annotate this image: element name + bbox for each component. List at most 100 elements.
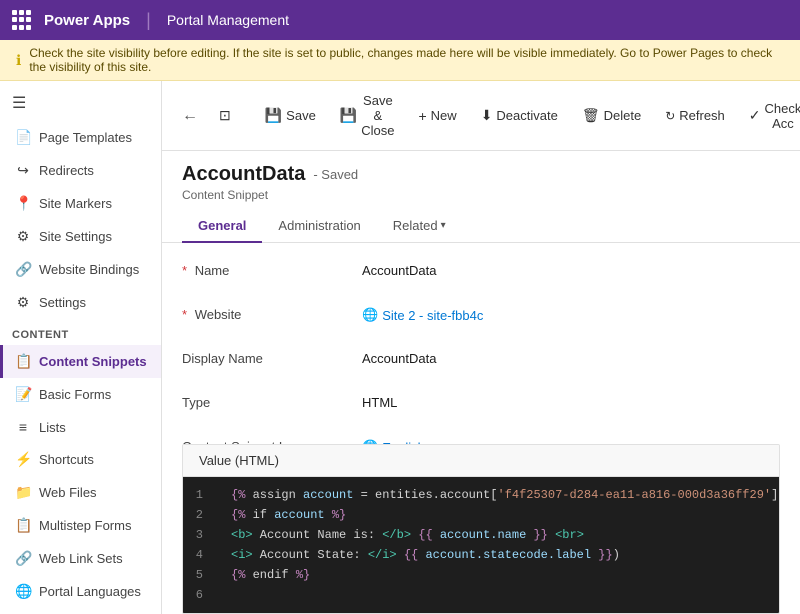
sidebar-label-site-settings: Site Settings — [39, 229, 112, 244]
tab-administration[interactable]: Administration — [262, 210, 376, 243]
sidebar-label-redirects: Redirects — [39, 163, 94, 178]
sidebar-label-website-bindings: Website Bindings — [39, 262, 139, 277]
tab-related-label: Related — [393, 218, 438, 233]
sidebar-label-web-link-sets: Web Link Sets — [39, 551, 123, 566]
tab-related[interactable]: Related ▾ — [377, 210, 462, 243]
delete-icon: 🗑 — [582, 107, 600, 124]
refresh-button[interactable]: ↻ Refresh — [654, 102, 736, 129]
sidebar-hamburger[interactable]: ☰ — [0, 85, 161, 121]
field-value-type: HTML — [362, 391, 780, 410]
check-acc-icon: ✓ — [749, 107, 761, 124]
required-star-name: * — [182, 263, 187, 278]
page-templates-icon: 📄 — [15, 129, 31, 146]
portal-languages-icon: 🌐 — [15, 583, 31, 600]
required-star-website: * — [182, 307, 187, 322]
sidebar-item-content-snippets[interactable]: 📋 Content Snippets — [0, 345, 161, 378]
form-row-type: Type HTML — [182, 391, 780, 419]
sidebar-item-web-files[interactable]: 📁 Web Files — [0, 476, 161, 509]
line-num-3: 3 — [195, 525, 203, 545]
save-close-label: Save & Close — [361, 93, 394, 138]
sidebar-item-multistep-forms[interactable]: 📋 Multistep Forms — [0, 509, 161, 542]
app-grid-icon[interactable] — [12, 10, 32, 30]
field-value-name: AccountData — [362, 259, 780, 278]
sidebar-item-page-templates[interactable]: 📄 Page Templates — [0, 121, 161, 154]
restore-button[interactable]: ⊡ — [208, 101, 242, 130]
field-value-language: 🌐 English — [362, 435, 780, 444]
sidebar-item-settings[interactable]: ⚙ Settings — [0, 286, 161, 319]
save-button[interactable]: 💾 Save — [254, 101, 327, 130]
record-header: AccountData - Saved Content Snippet — [162, 151, 800, 202]
sidebar-item-website-bindings[interactable]: 🔗 Website Bindings — [0, 253, 161, 286]
basic-forms-icon: 📝 — [15, 386, 31, 403]
field-label-display-name: Display Name — [182, 347, 362, 366]
sidebar: ☰ 📄 Page Templates ↪ Redirects 📍 Site Ma… — [0, 81, 162, 614]
save-close-icon: 💾 — [340, 107, 357, 124]
sidebar-label-basic-forms: Basic Forms — [39, 387, 111, 402]
website-link[interactable]: 🌐 Site 2 - site-fbb4c — [362, 307, 780, 323]
refresh-icon: ↻ — [665, 109, 675, 123]
sidebar-label-page-templates: Page Templates — [39, 130, 132, 145]
form-row-name: * Name AccountData — [182, 259, 780, 287]
sidebar-item-web-link-sets[interactable]: 🔗 Web Link Sets — [0, 542, 161, 575]
deactivate-button[interactable]: ⬇ Deactivate — [470, 101, 569, 130]
record-name: AccountData — [182, 163, 305, 186]
tab-general-label: General — [198, 218, 246, 233]
top-bar: Power Apps | Portal Management — [0, 0, 800, 40]
form-row-display-name: Display Name AccountData — [182, 347, 780, 375]
line-num-5: 5 — [195, 565, 203, 585]
sidebar-label-multistep-forms: Multistep Forms — [39, 518, 131, 533]
tab-general[interactable]: General — [182, 210, 262, 243]
warning-text: Check the site visibility before editing… — [29, 46, 784, 74]
tab-administration-label: Administration — [278, 218, 360, 233]
save-close-button[interactable]: 💾 Save & Close — [329, 87, 406, 144]
sidebar-item-redirects[interactable]: ↪ Redirects — [0, 154, 161, 187]
line-num-2: 2 — [195, 505, 203, 525]
deactivate-label: Deactivate — [496, 108, 557, 123]
sidebar-item-shortcuts[interactable]: ⚡ Shortcuts — [0, 443, 161, 476]
sidebar-item-site-settings[interactable]: ⚙ Site Settings — [0, 220, 161, 253]
new-label: New — [431, 108, 457, 123]
check-acc-label: Check Acc — [765, 101, 800, 131]
tabs-bar: General Administration Related ▾ — [162, 210, 800, 243]
tab-related-chevron: ▾ — [441, 220, 446, 231]
sidebar-item-lists[interactable]: ≡ Lists — [0, 411, 161, 443]
save-label: Save — [286, 108, 316, 123]
sidebar-label-shortcuts: Shortcuts — [39, 452, 94, 467]
web-files-icon: 📁 — [15, 484, 31, 501]
app-name: Portal Management — [167, 12, 289, 28]
content-section-label: Content — [0, 319, 161, 345]
sidebar-label-web-files: Web Files — [39, 485, 97, 500]
site-settings-icon: ⚙ — [15, 228, 31, 245]
deactivate-icon: ⬇ — [481, 107, 493, 124]
record-subtitle: Content Snippet — [182, 188, 780, 202]
code-content-area[interactable]: {% assign account = entities.account['f4… — [215, 477, 780, 613]
sidebar-label-portal-languages: Portal Languages — [39, 584, 141, 599]
field-label-website: * Website — [182, 303, 362, 322]
line-num-1: 1 — [195, 485, 203, 505]
sidebar-label-site-markers: Site Markers — [39, 196, 112, 211]
code-body: 1 2 3 4 5 6 {% assign account = entities… — [183, 477, 779, 613]
new-button[interactable]: + New — [407, 102, 467, 130]
website-bindings-icon: 🔗 — [15, 261, 31, 278]
form-row-website: * Website 🌐 Site 2 - site-fbb4c — [182, 303, 780, 331]
line-numbers: 1 2 3 4 5 6 — [183, 477, 215, 613]
back-button[interactable]: ← — [174, 103, 206, 129]
check-acc-button[interactable]: ✓ Check Acc — [738, 95, 800, 137]
delete-label: Delete — [604, 108, 642, 123]
sidebar-item-web-pages[interactable]: 📄 Web Pages — [0, 608, 161, 614]
field-value-display-name: AccountData — [362, 347, 780, 366]
line-num-4: 4 — [195, 545, 203, 565]
sidebar-item-portal-languages[interactable]: 🌐 Portal Languages — [0, 575, 161, 608]
delete-button[interactable]: 🗑 Delete — [571, 101, 652, 130]
web-link-sets-icon: 🔗 — [15, 550, 31, 567]
settings-icon: ⚙ — [15, 294, 31, 311]
record-saved-status: - Saved — [313, 167, 358, 182]
field-label-language: Content Snippet Language — [182, 435, 362, 444]
warning-bar: ℹ Check the site visibility before editi… — [0, 40, 800, 81]
line-num-6: 6 — [195, 585, 203, 605]
layout: ☰ 📄 Page Templates ↪ Redirects 📍 Site Ma… — [0, 81, 800, 614]
sidebar-item-basic-forms[interactable]: 📝 Basic Forms — [0, 378, 161, 411]
sidebar-item-site-markers[interactable]: 📍 Site Markers — [0, 187, 161, 220]
sidebar-label-lists: Lists — [39, 420, 66, 435]
field-value-website: 🌐 Site 2 - site-fbb4c — [362, 303, 780, 323]
